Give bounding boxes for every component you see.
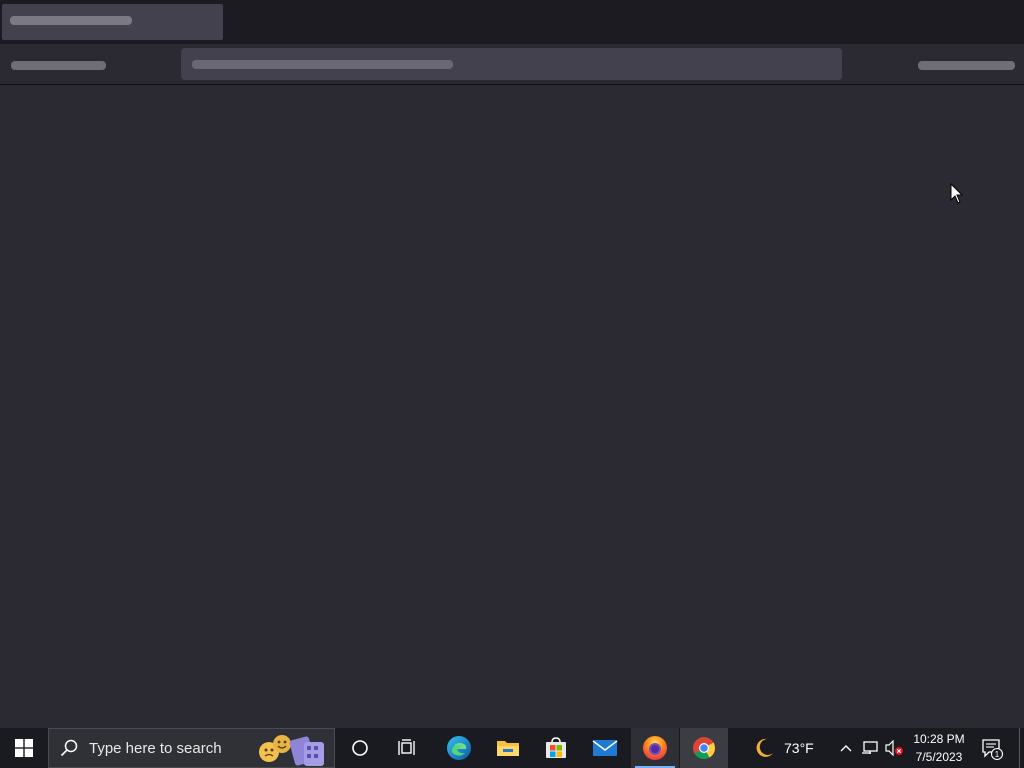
taskbar: Type here to search 73°F 10:28 PM 7/5/20…: [0, 728, 1024, 768]
nav-buttons-placeholder: [11, 61, 106, 70]
task-view-button[interactable]: [384, 728, 432, 768]
browser-tab[interactable]: [2, 4, 223, 40]
notification-center-icon[interactable]: 1: [980, 736, 1004, 760]
search-placeholder: Type here to search: [89, 739, 222, 757]
windows-logo-icon: [15, 739, 33, 757]
network-icon: [862, 741, 878, 754]
weather-temperature: 73°F: [784, 740, 814, 756]
chevron-up-icon: [840, 745, 852, 752]
navigation-bar: [0, 44, 1024, 85]
file-explorer-button[interactable]: [484, 728, 532, 768]
search-highlight-theater-icon: [259, 735, 324, 766]
clock-date: 7/5/2023: [915, 750, 963, 764]
cortana-circle-icon: [352, 740, 368, 756]
chrome-icon: [693, 737, 715, 759]
system-clock[interactable]: 10:28 PM 7/5/2023: [906, 730, 972, 766]
toolbar-buttons-placeholder: [918, 61, 1015, 70]
search-icon: [60, 739, 78, 757]
notification-count-badge: 1: [995, 750, 1000, 759]
start-button[interactable]: [0, 728, 48, 768]
network-tray-button[interactable]: [860, 738, 880, 758]
tab-title-placeholder: [10, 16, 132, 25]
volume-muted-icon: [885, 740, 903, 756]
firefox-app-button[interactable]: [631, 728, 679, 768]
show-desktop-button[interactable]: [1019, 728, 1020, 768]
mail-icon: [592, 740, 618, 756]
page-content[interactable]: [0, 85, 1024, 728]
clock-time: 10:28 PM: [913, 732, 965, 746]
mail-app-button[interactable]: [581, 728, 629, 768]
chrome-app-button[interactable]: [680, 728, 728, 768]
search-box[interactable]: Type here to search: [48, 728, 335, 768]
url-bar[interactable]: [181, 48, 842, 80]
show-hidden-icons-button[interactable]: [836, 738, 856, 758]
folder-icon: [497, 741, 519, 756]
cortana-button[interactable]: [336, 728, 384, 768]
edge-icon: [447, 736, 471, 760]
weather-widget[interactable]: 73°F: [752, 728, 824, 768]
volume-tray-button[interactable]: [884, 738, 904, 758]
firefox-icon: [643, 736, 667, 760]
edge-app-button[interactable]: [435, 728, 483, 768]
moon-icon: [756, 738, 773, 757]
store-bag-icon: [546, 737, 566, 758]
mouse-cursor-icon: [950, 183, 964, 204]
url-placeholder: [192, 60, 453, 69]
tab-strip: [0, 0, 1024, 44]
task-view-icon: [398, 739, 415, 755]
microsoft-store-button[interactable]: [532, 728, 580, 768]
